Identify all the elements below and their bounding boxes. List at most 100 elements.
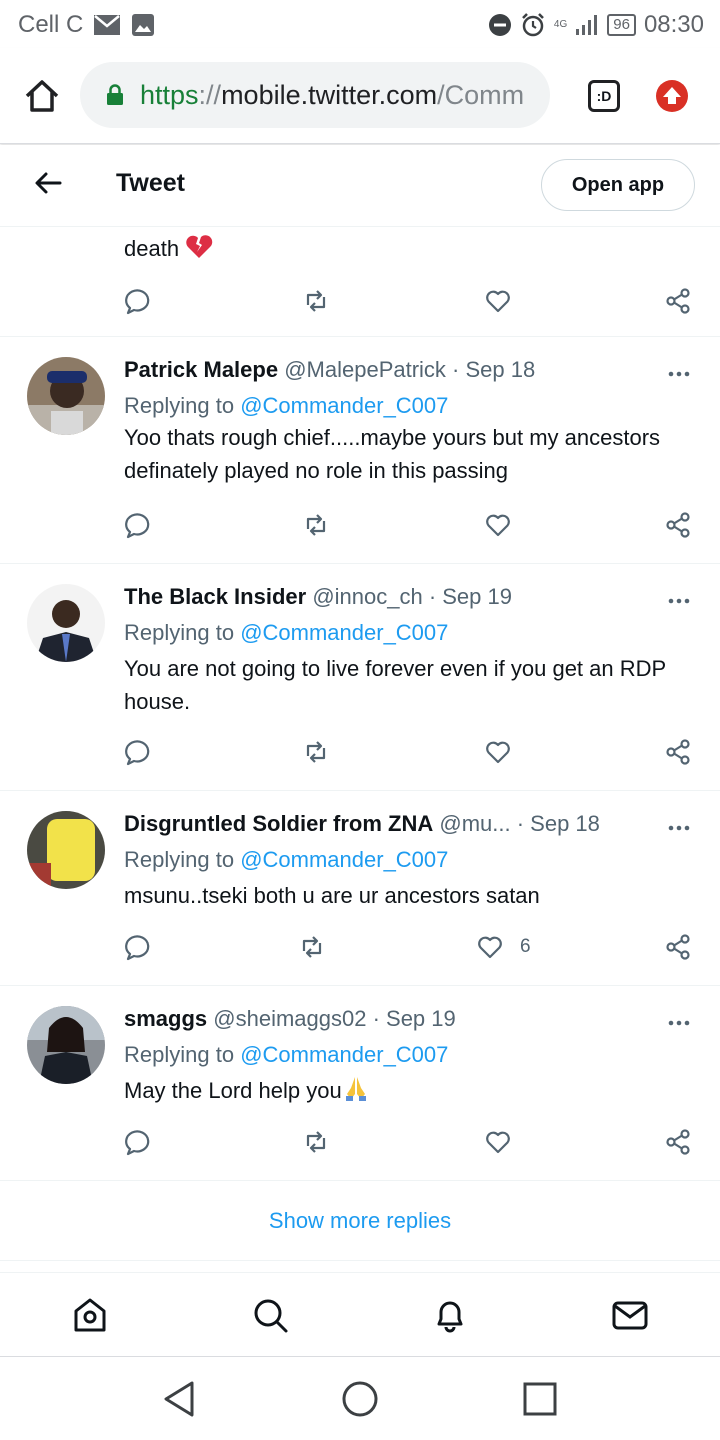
open-app-button[interactable]: Open app: [541, 159, 695, 211]
replying-to-line: Replying to @Commander_C007: [124, 393, 448, 419]
like-button[interactable]: 6: [476, 931, 531, 963]
heart-icon: [478, 936, 502, 959]
share-button[interactable]: [664, 285, 692, 317]
mention-link[interactable]: @Commander_C007: [240, 620, 448, 645]
share-button[interactable]: [664, 736, 692, 768]
search-icon[interactable]: [250, 1295, 290, 1335]
tweet-actions: [124, 1126, 704, 1158]
retweet-icon: [306, 290, 326, 312]
reply-button[interactable]: [124, 1126, 152, 1158]
retweet-button[interactable]: [302, 509, 330, 541]
replying-to-line: Replying to @Commander_C007: [124, 1042, 448, 1068]
lock-icon: [107, 84, 123, 105]
tweet-author-line: Disgruntled Soldier from ZNA @mu... · Se…: [124, 811, 600, 837]
avatar[interactable]: [27, 1006, 105, 1084]
retweet-button[interactable]: [302, 1126, 330, 1158]
like-button[interactable]: [484, 509, 512, 541]
nav-home-icon[interactable]: [340, 1379, 380, 1419]
browser-update-button[interactable]: [656, 80, 688, 112]
show-more-replies-button[interactable]: Show more replies: [0, 1181, 720, 1261]
reply-tweet[interactable]: The Black Insider @innoc_ch · Sep 19 Rep…: [0, 564, 720, 791]
browser-home-icon[interactable]: [22, 76, 62, 116]
avatar-image: [27, 357, 105, 435]
tweet-text: May the Lord help you: [124, 1074, 684, 1107]
tweet-text-content: May the Lord help you: [124, 1078, 342, 1103]
share-button[interactable]: [664, 931, 692, 963]
carrier-label: Cell C: [18, 11, 84, 38]
author-name[interactable]: Disgruntled Soldier from ZNA: [124, 811, 433, 836]
reply-tweet[interactable]: smaggs @sheimaggs02 · Sep 19 Replying to…: [0, 986, 720, 1181]
battery-level: 96: [607, 14, 636, 36]
replying-to-label: Replying to: [124, 1042, 241, 1067]
more-options-icon[interactable]: [666, 361, 692, 387]
retweet-button[interactable]: [302, 736, 330, 768]
share-button[interactable]: [664, 1126, 692, 1158]
url-bar[interactable]: https://mobile.twitter.com/Comm: [80, 62, 550, 128]
author-name[interactable]: Patrick Malepe: [124, 357, 278, 382]
author-name[interactable]: smaggs: [124, 1006, 207, 1031]
replying-to-label: Replying to: [124, 393, 241, 418]
url-text: https://mobile.twitter.com/Comm: [140, 80, 524, 111]
retweet-icon: [306, 741, 326, 763]
mention-link[interactable]: @Commander_C007: [240, 393, 448, 418]
tweet-actions: 6: [124, 931, 704, 963]
author-name[interactable]: The Black Insider: [124, 584, 306, 609]
reply-tweet[interactable]: Disgruntled Soldier from ZNA @mu... · Se…: [0, 791, 720, 986]
more-options-icon[interactable]: [666, 588, 692, 614]
url-host: mobile.twitter.com: [221, 79, 438, 110]
tweet-text: Yoo thats rough chief.....maybe yours bu…: [124, 425, 661, 483]
like-button[interactable]: [484, 736, 512, 768]
mention-link[interactable]: @Commander_C007: [240, 847, 448, 872]
home-icon[interactable]: [70, 1295, 110, 1335]
reply-button[interactable]: [124, 285, 152, 317]
heart-icon: [486, 514, 510, 537]
avatar[interactable]: [27, 811, 105, 889]
avatar-image: [27, 584, 105, 662]
reply-icon: [125, 1130, 150, 1156]
replying-to-label: Replying to: [124, 847, 241, 872]
status-bar: Cell C 4G 96 08:30: [0, 0, 720, 48]
reply-button[interactable]: [124, 736, 152, 768]
twitter-bottom-nav: [0, 1272, 720, 1357]
avatar[interactable]: [27, 584, 105, 662]
url-path: /Comm: [437, 79, 525, 110]
do-not-disturb-icon: [488, 14, 511, 36]
heart-icon: [486, 741, 510, 764]
more-options-icon[interactable]: [666, 815, 692, 841]
mail-icon[interactable]: [610, 1295, 650, 1335]
partial-tweet-text: death: [124, 236, 180, 261]
mention-link[interactable]: @Commander_C007: [240, 1042, 448, 1067]
replies-list: death Patrick Malepe @MalepePatrick · Se…: [0, 227, 720, 1273]
url-separator: ://: [198, 79, 222, 110]
like-count: 6: [520, 936, 531, 957]
praying-hands-emoji-icon: [345, 1077, 366, 1101]
status-left: Cell C: [18, 11, 155, 39]
page-title: Tweet: [116, 169, 185, 197]
tweet-text: msunu..tseki both u are ur ancestors sat…: [124, 883, 540, 908]
reply-button[interactable]: [124, 931, 152, 963]
reply-icon: [125, 513, 150, 539]
tweet-actions: [124, 509, 704, 541]
back-arrow-icon[interactable]: [32, 167, 64, 199]
nav-recents-icon[interactable]: [520, 1379, 560, 1419]
avatar[interactable]: [27, 357, 105, 435]
like-button[interactable]: [484, 1126, 512, 1158]
partial-tweet[interactable]: death: [0, 227, 720, 337]
replying-to-line: Replying to @Commander_C007: [124, 847, 448, 873]
retweet-button[interactable]: [302, 285, 330, 317]
retweet-button[interactable]: [298, 931, 326, 963]
nav-back-icon[interactable]: [160, 1379, 200, 1419]
more-options-icon[interactable]: [666, 1010, 692, 1036]
share-button[interactable]: [664, 509, 692, 541]
arrow-up-icon: [663, 87, 681, 104]
tweet-author-line: smaggs @sheimaggs02 · Sep 19: [124, 1006, 456, 1032]
like-button[interactable]: [484, 285, 512, 317]
reply-tweet[interactable]: Patrick Malepe @MalepePatrick · Sep 18 R…: [0, 337, 720, 564]
reply-icon: [125, 935, 150, 961]
bell-icon[interactable]: [430, 1295, 470, 1335]
author-handle-date: @mu... · Sep 18: [439, 811, 600, 836]
author-handle-date: @sheimaggs02 · Sep 19: [213, 1006, 456, 1031]
retweet-icon: [306, 514, 326, 536]
reply-button[interactable]: [124, 509, 152, 541]
tab-switcher-button[interactable]: :D: [588, 80, 620, 112]
